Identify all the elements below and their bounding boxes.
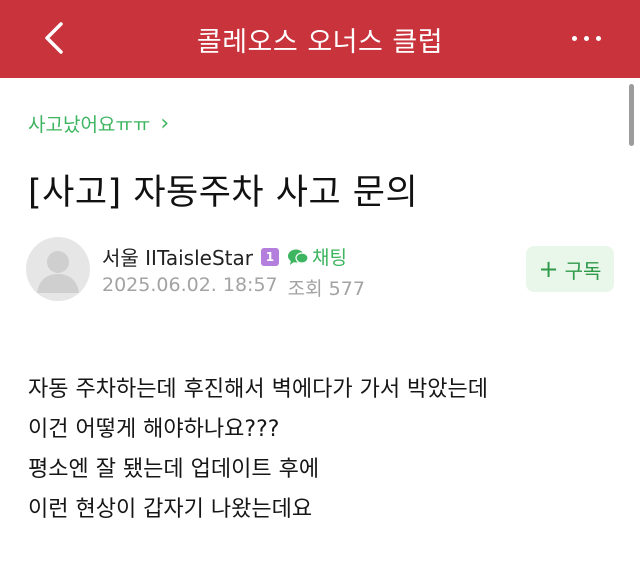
more-dot [583,35,589,41]
chevron-left-icon [45,22,63,54]
more-dot [595,35,601,41]
chat-label: 채팅 [311,247,347,269]
header-bar: 콜레오스 오너스 클럽 [0,0,640,78]
author-name[interactable]: 서울 IITaisleStar [102,242,253,271]
default-avatar-icon [37,251,79,293]
post-title: [사고] 자동주차 사고 문의 [28,173,419,213]
scrollbar[interactable] [629,84,634,146]
chevron-right-icon: › [160,111,170,136]
subscribe-label: 구독 [564,258,602,283]
post-meta: 2025.06.02. 18:57 조회 577 [102,274,365,301]
body-line: 이런 현상이 갑자기 나왔는데요 [28,497,313,522]
views-label: 조회 [287,278,323,300]
chat-bubble-icon [287,249,309,265]
post-page: 콜레오스 오너스 클럽 사고났어요ㅠㅠ › [사고] 자동주차 사고 문의 서울… [0,0,640,584]
body-line: 자동 주차하는데 후진해서 벽에다가 가서 박았는데 [28,377,489,402]
post-date: 2025.06.02. 18:57 [102,274,278,296]
more-horizontal-icon [571,35,577,41]
level-badge: 1 [260,247,279,266]
views-count: 577 [328,278,365,300]
avatar[interactable] [26,237,90,301]
body-line: 평소엔 잘 됐는데 업데이트 후에 [28,457,320,482]
back-button[interactable] [30,14,78,62]
chat-button[interactable]: 채팅 [287,243,347,270]
author-line: 서울 IITaisleStar 1 채팅 [102,242,347,271]
plus-icon: + [538,255,559,283]
board-name: 사고났어요ㅠㅠ [28,114,151,136]
board-link[interactable]: 사고났어요ㅠㅠ › [28,110,169,137]
body-line: 이건 어떻게 해야하나요??? [28,417,280,442]
more-options-button[interactable] [558,14,614,62]
subscribe-button[interactable]: + 구독 [526,246,614,292]
page-title: 콜레오스 오너스 클럽 [196,26,444,58]
post-body: 자동 주차하는데 후진해서 벽에다가 가서 박았는데 이건 어떻게 해야하나요?… [28,370,618,530]
